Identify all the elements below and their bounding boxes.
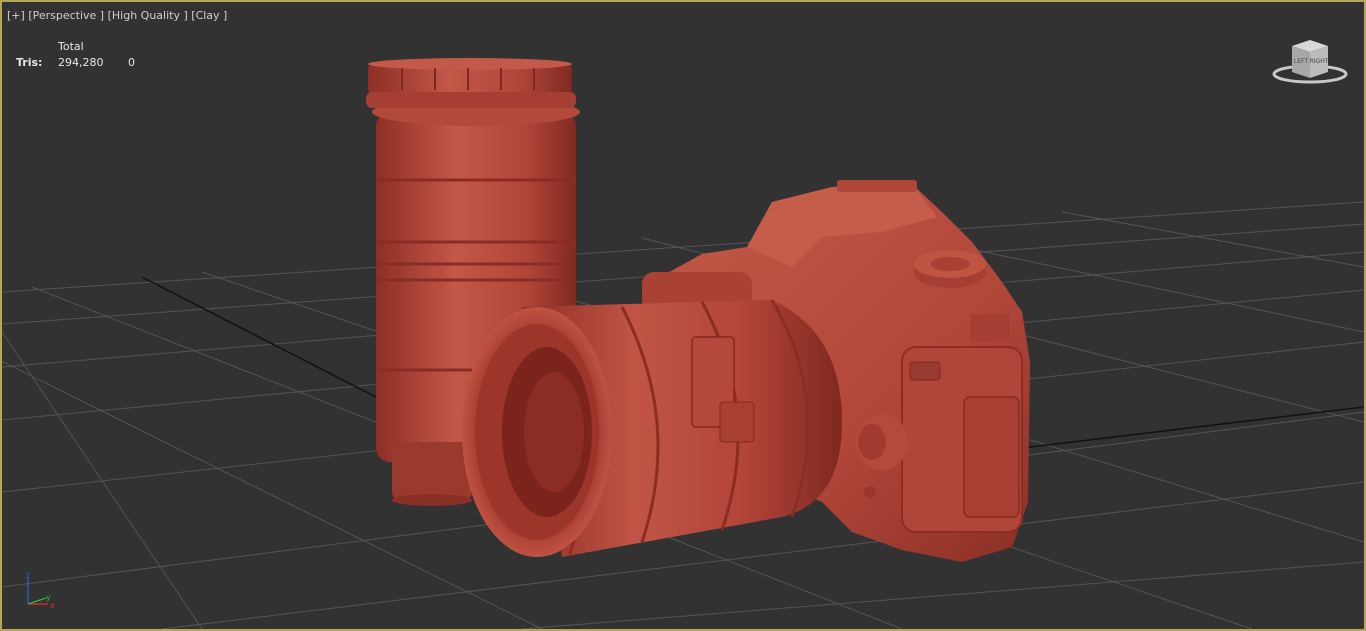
viewport-general-menu[interactable]: [+] <box>7 9 25 22</box>
axis-x-label: x <box>50 601 55 610</box>
tris-selected-value: 0 <box>128 56 135 69</box>
stats-header: Total <box>58 40 84 53</box>
camera-lens[interactable] <box>462 299 842 557</box>
viewport-label-menu: [+] [Perspective ] [High Quality ] [Clay… <box>7 9 227 22</box>
axis-y-line <box>27 597 47 605</box>
viewport-shading-menu[interactable]: [Clay ] <box>191 9 227 22</box>
viewport-point-of-view-menu[interactable]: [Perspective ] <box>28 9 104 22</box>
viewcube-icon[interactable]: LEFT RIGHT <box>1270 38 1350 88</box>
viewport-quality-menu[interactable]: [High Quality ] <box>108 9 188 22</box>
perspective-viewport[interactable]: [+] [Perspective ] [High Quality ] [Clay… <box>0 0 1366 631</box>
3d-scene[interactable] <box>2 2 1364 629</box>
axis-z-label: z <box>26 571 30 580</box>
tris-total-value: 294,280 <box>58 56 104 69</box>
tris-label: Tris: <box>16 56 43 69</box>
viewcube-right-label: RIGHT <box>1310 58 1329 65</box>
viewcube-left-label: LEFT <box>1294 58 1308 65</box>
axis-tripod-icon: z y x <box>26 571 55 610</box>
